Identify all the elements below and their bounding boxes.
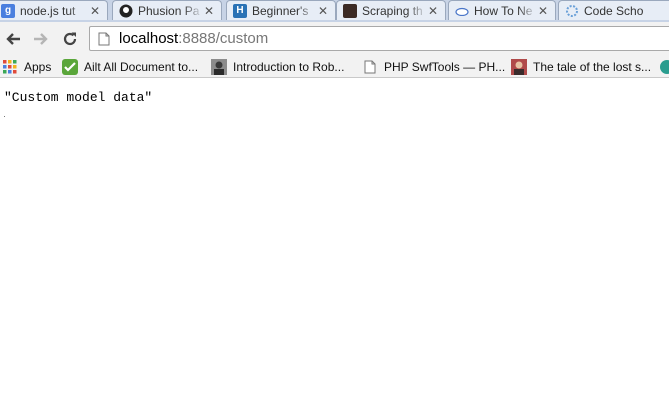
avatar-icon [511,59,527,75]
tab-title: Beginner's [252,3,309,18]
back-button[interactable] [2,28,24,50]
reload-icon [63,32,77,46]
close-icon[interactable]: ✕ [203,4,215,18]
apps-grid-icon [2,59,18,75]
bookmark-php-swftools[interactable]: PHP SwfTools — PH... [362,58,505,76]
url-path: :8888/custom [178,30,269,47]
github-icon [119,4,133,18]
reload-button[interactable] [59,28,81,50]
bookmark-label: Ailt All Document to... [84,60,199,74]
tab-title: Scraping th [362,3,423,18]
back-arrow-icon [6,33,20,45]
url-text: localhost:8888/custom [119,30,268,47]
bookmark-tale[interactable]: The tale of the lost s... [511,58,651,76]
avatar-icon [343,3,357,18]
bookmark-overflow[interactable] [659,58,669,76]
gear-icon [565,4,579,18]
bookmark-label: PHP SwfTools — PH... [384,60,506,74]
forward-arrow-icon [34,33,48,45]
bookmark-ailt[interactable]: Ailt All Document to... [62,58,198,76]
avatar-icon [211,59,227,75]
page-icon [98,32,110,45]
toolbar: localhost:8888/custom [0,22,669,56]
bookmark-introduction[interactable]: Introduction to Rob... [211,58,344,76]
close-icon[interactable]: ✕ [537,4,549,18]
bookmark-label: Introduction to Rob... [233,60,345,74]
stray-dot [4,116,5,117]
tab-title: node.js tut [20,3,76,18]
tab-how-to[interactable]: How To Ne ✕ [448,0,556,20]
tab-node-js[interactable]: g node.js tut ✕ [0,0,108,20]
bookmarks-bar: Apps Ailt All Document to... Introductio… [0,56,669,78]
tab-beginners[interactable]: H Beginner's ✕ [226,0,336,20]
bookmark-favicon-icon [659,59,669,75]
response-text: "Custom model data" [4,90,153,105]
forward-button[interactable] [30,28,52,50]
h-icon: H [233,3,247,18]
page-icon [362,59,378,75]
checkmark-icon [62,59,78,75]
close-icon[interactable]: ✕ [317,4,329,18]
google-icon: g [1,3,15,18]
page-content: "Custom model data" [0,78,669,410]
address-bar[interactable]: localhost:8888/custom [89,26,669,51]
close-icon[interactable]: ✕ [427,4,439,18]
bookmark-label: The tale of the lost s... [533,60,652,74]
tab-scraping[interactable]: Scraping th ✕ [336,0,446,20]
tab-code-school[interactable]: Code Scho [558,0,669,20]
cloud-icon [455,4,469,18]
tab-title: Code Scho [584,3,644,18]
url-host: localhost [119,30,179,47]
tab-title: How To Ne [474,3,533,18]
tab-strip: g node.js tut ✕ Phusion Pa ✕ H Beginner'… [0,0,669,22]
tab-phusion[interactable]: Phusion Pa ✕ [112,0,222,20]
bookmark-apps[interactable]: Apps [2,58,51,76]
tab-title: Phusion Pa [138,3,200,18]
close-icon[interactable]: ✕ [89,4,101,18]
bookmark-label: Apps [24,60,52,74]
